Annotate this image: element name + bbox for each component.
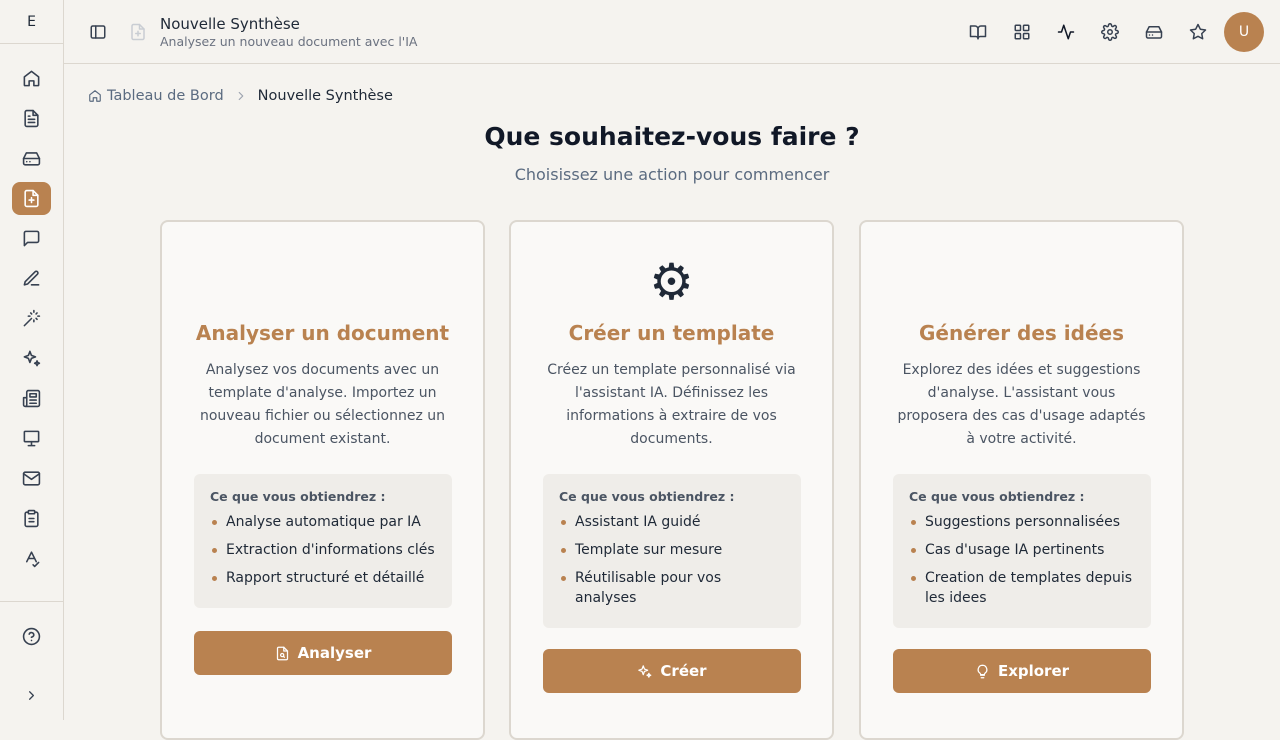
card-description: Créez un template personnalisé via l'ass… [547, 362, 796, 447]
spell-check-icon[interactable] [12, 542, 51, 575]
inbox-icon[interactable] [12, 142, 51, 175]
settings-icon[interactable] [1096, 20, 1124, 44]
lightbulb-icon [977, 664, 988, 678]
app-logo[interactable]: E [0, 0, 63, 44]
create-button[interactable]: Créer [543, 649, 801, 693]
list-item: Creation de templates depuis les idees [909, 568, 1135, 608]
card-description: Analysez vos documents avec un template … [199, 362, 446, 447]
home-icon [89, 90, 101, 102]
clipboard-icon[interactable] [12, 502, 51, 535]
page-title: Nouvelle Synthèse [160, 15, 300, 33]
chevron-right-icon [234, 89, 248, 103]
breadcrumb-home[interactable]: Tableau de Bord [88, 88, 224, 104]
top-bar: Nouvelle Synthèse Analysez un nouveau do… [64, 0, 1280, 64]
card-description: Explorez des idées et suggestions d'anal… [897, 362, 1146, 447]
breadcrumb-current: Nouvelle Synthèse [257, 88, 393, 104]
benefits-title: Ce que vous obtiendrez : [909, 489, 1085, 504]
list-item: Extraction d'informations clés [210, 540, 436, 560]
help-circle-icon[interactable] [12, 620, 51, 653]
gear-icon: ⚙ [649, 253, 694, 311]
card-generate-ideas: Générer des idées Explorez des idées et … [859, 220, 1184, 740]
page-heading: Que souhaitez-vous faire ? [484, 122, 860, 151]
card-title: Générer des idées [919, 321, 1124, 345]
explore-button[interactable]: Explorer [893, 649, 1151, 693]
list-item: Assistant IA guidé [559, 512, 785, 532]
breadcrumb-home-label: Tableau de Bord [107, 88, 224, 104]
grid-icon[interactable] [1008, 20, 1036, 44]
list-item: Réutilisable pour vos analyses [559, 568, 785, 608]
card-create-template: ⚙ Créer un template Créez un template pe… [509, 220, 834, 740]
page-document-icon [124, 20, 152, 44]
avatar-letter: U [1238, 24, 1250, 40]
new-document-icon[interactable] [12, 182, 51, 215]
inbox-tray-icon[interactable] [1140, 20, 1168, 44]
benefits-title: Ce que vous obtiendrez : [559, 489, 735, 504]
card-title: Créer un template [568, 321, 775, 345]
page-title-block: Nouvelle Synthèse Analysez un nouveau do… [160, 14, 417, 50]
activity-icon[interactable] [1052, 20, 1080, 44]
benefits-box: Ce que vous obtiendrez : Analyse automat… [194, 474, 452, 608]
presentation-icon[interactable] [12, 422, 51, 455]
sparkles-icon [638, 664, 652, 678]
analyze-button[interactable]: Analyser [194, 631, 452, 675]
pen-icon[interactable] [12, 262, 51, 295]
list-item: Suggestions personnalisées [909, 512, 1135, 532]
newspaper-icon[interactable] [12, 382, 51, 415]
card-title: Analyser un document [195, 321, 450, 345]
file-search-icon [276, 646, 288, 660]
benefits-title: Ce que vous obtiendrez : [210, 489, 386, 504]
app-logo-letter: E [27, 13, 36, 30]
breadcrumb: Tableau de Bord Nouvelle Synthèse [88, 88, 393, 104]
document-icon[interactable] [12, 102, 51, 135]
sparkles-icon[interactable] [12, 342, 51, 375]
page-subtitle: Analysez un nouveau document avec l'IA [160, 34, 418, 49]
list-item: Cas d'usage IA pertinents [909, 540, 1135, 560]
star-icon[interactable] [1184, 20, 1212, 44]
mail-icon[interactable] [12, 462, 51, 495]
magic-wand-icon[interactable] [12, 302, 51, 335]
chevron-right-icon[interactable] [12, 679, 51, 712]
book-open-icon[interactable] [964, 20, 992, 44]
home-icon[interactable] [12, 62, 51, 95]
page-subheading: Choisissez une action pour commencer [514, 165, 830, 184]
analyze-button-label: Analyser [297, 644, 372, 662]
explore-button-label: Explorer [997, 662, 1070, 680]
chat-icon[interactable] [12, 222, 51, 255]
list-item: Analyse automatique par IA [210, 512, 436, 532]
sidebar: E [0, 0, 64, 720]
create-button-label: Créer [660, 662, 707, 680]
sidebar-toggle-icon[interactable] [84, 20, 112, 44]
sidebar-divider [0, 601, 63, 602]
benefits-box: Ce que vous obtiendrez : Suggestions per… [893, 474, 1151, 628]
card-analyze-document: Analyser un document Analysez vos docume… [160, 220, 485, 740]
benefits-box: Ce que vous obtiendrez : Assistant IA gu… [543, 474, 801, 628]
list-item: Template sur mesure [559, 540, 785, 560]
user-avatar[interactable]: U [1224, 12, 1264, 52]
list-item: Rapport structuré et détaillé [210, 568, 436, 588]
